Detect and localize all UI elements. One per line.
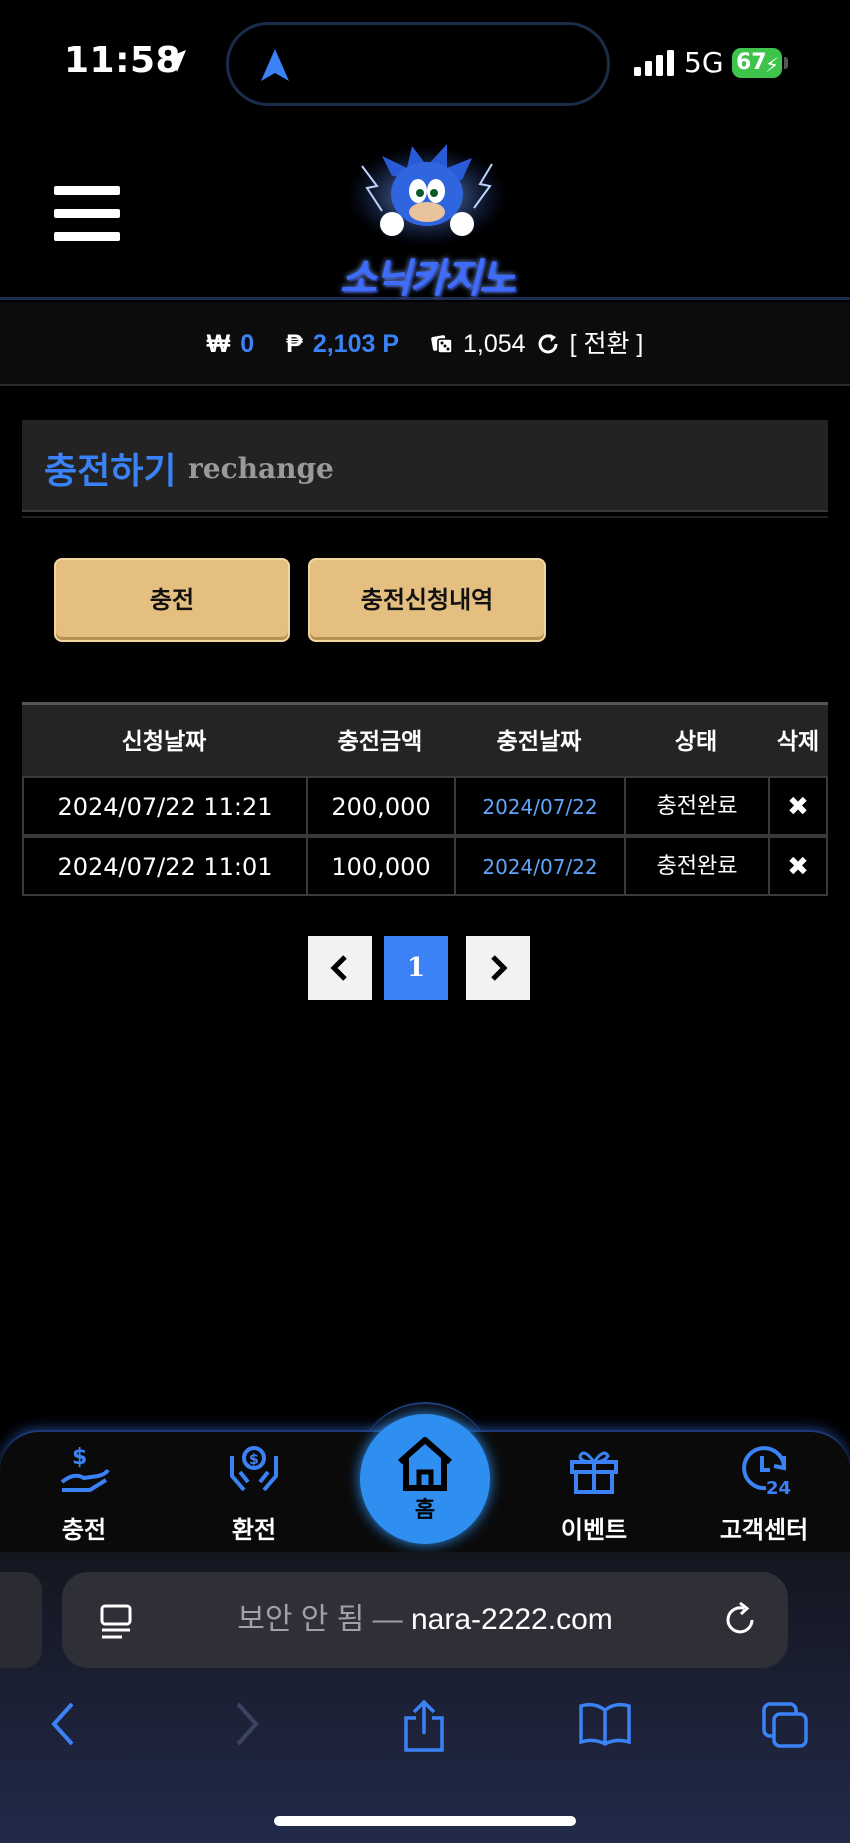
divider xyxy=(22,516,828,518)
header-charge-date: 충전날짜 xyxy=(496,729,582,755)
header-amount: 충전금액 xyxy=(337,729,423,755)
signal-icon xyxy=(634,50,674,76)
refresh-icon[interactable] xyxy=(536,332,560,356)
status-cell: 충전완료 xyxy=(624,836,770,896)
charge-history-button[interactable]: 충전신청내역 xyxy=(308,558,546,642)
chevron-right-icon xyxy=(491,955,508,981)
bookmarks-icon[interactable] xyxy=(578,1700,632,1748)
tabs-icon[interactable] xyxy=(760,1700,810,1750)
location-arrow-icon xyxy=(164,50,186,72)
section-title-korean: 충전하기 xyxy=(44,451,177,492)
table-header: 신청날짜 충전금액 충전날짜 상태 삭제 xyxy=(22,702,828,776)
nav-event[interactable]: 이벤트 xyxy=(524,1442,664,1552)
header-status: 상태 xyxy=(674,729,718,755)
svg-text:$: $ xyxy=(72,1445,87,1470)
browser-toolbar: 보안 안 됨 — nara-2222.com xyxy=(0,1552,850,1843)
chevron-left-icon xyxy=(330,955,347,981)
section-title: 충전하기 rechange xyxy=(22,420,828,512)
status-cell: 충전완료 xyxy=(624,776,770,836)
hamburger-menu-icon[interactable] xyxy=(54,186,120,242)
domain-text: nara-2222.com xyxy=(410,1603,613,1636)
nav-home[interactable]: 홈 xyxy=(360,1414,490,1544)
battery-icon: 67 ⚡ xyxy=(732,48,782,78)
home-icon xyxy=(398,1437,452,1491)
request-date-cell: 2024/07/22 11:21 xyxy=(22,776,308,836)
back-icon[interactable] xyxy=(46,1700,82,1748)
header-delete: 삭제 xyxy=(776,729,820,755)
table-row: 2024/07/22 11:01 100,000 2024/07/22 충전완료… xyxy=(22,836,828,896)
reload-icon[interactable] xyxy=(722,1602,758,1638)
nav-exchange[interactable]: $ 환전 xyxy=(184,1442,324,1552)
section-title-english: rechange xyxy=(188,452,334,485)
balance-bar: ₩ 0 ₱ 2,103 P 1,054 [ 전환 ] xyxy=(0,302,850,386)
gift-icon xyxy=(570,1451,618,1494)
table-row: 2024/07/22 11:21 200,000 2024/07/22 충전완료… xyxy=(22,776,828,836)
url-display: 보안 안 됨 — nara-2222.com xyxy=(62,1572,788,1668)
nav-support[interactable]: 24 고객센터 xyxy=(694,1442,834,1552)
next-page-button[interactable] xyxy=(466,936,530,1000)
site-header: 소닉카지노 xyxy=(0,120,850,302)
delete-cell: ✖ xyxy=(768,776,828,836)
svg-text:$: $ xyxy=(249,1452,259,1468)
sonic-mascot-icon xyxy=(347,144,507,246)
nav-support-label: 고객센터 xyxy=(719,1516,809,1544)
point-balance: 2,103 P xyxy=(312,330,400,358)
prev-page-button[interactable] xyxy=(308,936,372,1000)
svg-text:24: 24 xyxy=(766,1478,791,1498)
network-type: 5G xyxy=(684,46,724,79)
charging-bolt-icon: ⚡ xyxy=(764,53,779,77)
nav-charge-label: 충전 xyxy=(61,1516,107,1544)
support-24h-icon: 24 xyxy=(742,1446,791,1498)
current-page-button[interactable]: 1 xyxy=(384,936,448,1000)
deposit-hand-icon: $ xyxy=(60,1445,110,1492)
charge-button[interactable]: 충전 xyxy=(54,558,290,642)
chips-balance: 1,054 xyxy=(463,330,526,358)
dynamic-island xyxy=(226,22,610,106)
delete-icon[interactable]: ✖ xyxy=(787,792,809,822)
won-symbol: ₩ xyxy=(206,330,231,358)
amount-cell: 200,000 xyxy=(306,776,456,836)
charge-date-cell: 2024/07/22 xyxy=(454,836,626,896)
battery-level: 67 xyxy=(736,50,767,75)
nav-charge[interactable]: $ 충전 xyxy=(14,1442,154,1552)
exchange-hands-icon: $ xyxy=(230,1446,278,1492)
delete-cell: ✖ xyxy=(768,836,828,896)
charge-date-cell: 2024/07/22 xyxy=(454,776,626,836)
site-logo[interactable]: 소닉카지노 xyxy=(322,136,532,302)
nav-home-label: 홈 xyxy=(414,1498,436,1523)
share-icon[interactable] xyxy=(400,1700,448,1752)
forward-icon[interactable] xyxy=(228,1700,264,1748)
address-bar[interactable]: 보안 안 됨 — nara-2222.com xyxy=(62,1572,788,1668)
nav-exchange-label: 환전 xyxy=(231,1516,277,1544)
delete-icon[interactable]: ✖ xyxy=(787,852,809,882)
previous-tab-preview[interactable] xyxy=(0,1572,42,1668)
logo-text: 소닉카지노 xyxy=(340,256,516,302)
point-symbol: ₱ xyxy=(286,330,303,358)
won-balance: 0 xyxy=(240,330,255,358)
battery-cap xyxy=(784,57,788,69)
dice-icon xyxy=(431,335,453,354)
navigation-arrow-icon xyxy=(261,49,289,81)
insecure-label: 보안 안 됨 — xyxy=(237,1603,403,1636)
amount-cell: 100,000 xyxy=(306,836,456,896)
request-date-cell: 2024/07/22 11:01 xyxy=(22,836,308,896)
status-bar: 11:58 5G 67 ⚡ xyxy=(0,0,850,120)
header-request-date: 신청날짜 xyxy=(121,729,207,755)
nav-event-label: 이벤트 xyxy=(560,1516,628,1544)
convert-link[interactable]: [ 전환 ] xyxy=(570,302,644,386)
home-indicator xyxy=(274,1816,576,1826)
